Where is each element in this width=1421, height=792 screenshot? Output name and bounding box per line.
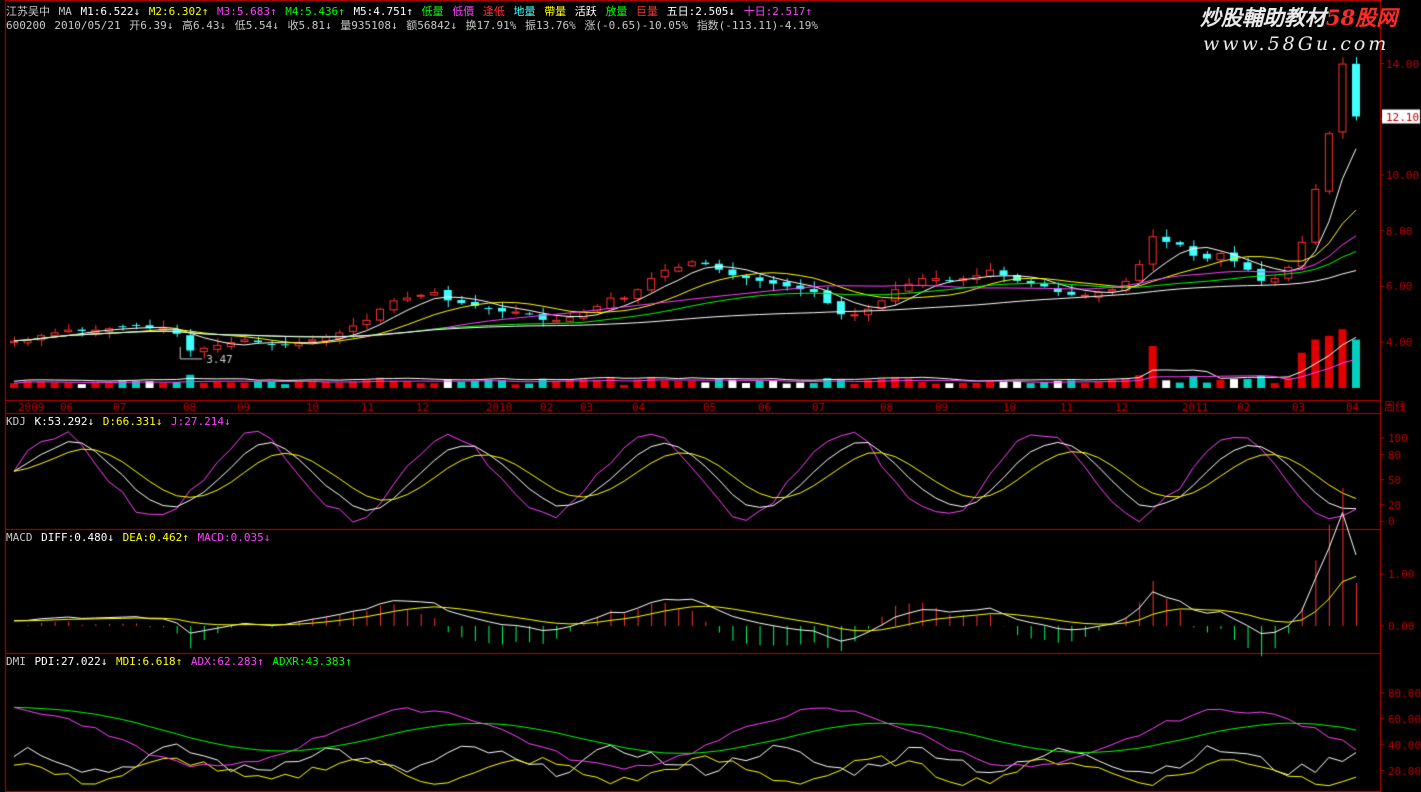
watermark-title-a: 炒股輔助教材 [1200, 5, 1326, 30]
kdj-d-value: D:66.331↓ [102, 415, 163, 428]
dmi-header: DMI PDI:27.022↓ MDI:6.618↑ ADX:62.283↑ A… [6, 655, 354, 668]
dmi-label: DMI [6, 655, 26, 668]
quote-index: 指数(-113.11)-4.19% [696, 19, 819, 32]
watermark-title: 炒股輔助教材58股网 [1200, 2, 1397, 32]
tag-low-volume: 低量 [421, 5, 444, 18]
ma-m2-value: M2:6.302↑ [148, 5, 209, 18]
five-day-value: 五日:2.505↓ [666, 5, 736, 18]
quote-amount: 额56842↓ [406, 19, 457, 32]
quote-amplitude: 振13.76% [524, 19, 576, 32]
quote-open: 开6.39↓ [129, 19, 174, 32]
macd-label: MACD [6, 531, 33, 544]
tag-stop-fall: 逢低 [482, 5, 505, 18]
kdj-header: KDJ K:53.292↓ D:66.331↓ J:27.214↓ [6, 415, 233, 428]
quote-date: 2010/05/21 [54, 19, 121, 32]
macd-diff-value: DIFF:0.480↓ [41, 531, 114, 544]
tag-huge-volume: 巨量 [636, 5, 659, 18]
quote-volume: 量935108↓ [340, 19, 398, 32]
tag-ground-volume: 地量 [513, 5, 536, 18]
dmi-adxr-value: ADXR:43.383↑ [272, 655, 352, 668]
dmi-adx-value: ADX:62.283↑ [190, 655, 264, 668]
tag-low-price: 低價 [452, 5, 475, 18]
quote-change: 涨(-0.65)-10.05% [584, 19, 689, 32]
quote-header: 600200 2010/05/21 开6.39↓ 高6.43↓ 低5.54↓ 收… [6, 19, 820, 32]
ten-day-value: 十日:2.517↑ [743, 5, 813, 18]
kdj-k-value: K:53.292↓ [34, 415, 95, 428]
quote-high: 高6.43↓ [181, 19, 227, 32]
macd-header: MACD DIFF:0.480↓ DEA:0.462↑ MACD:0.035↓ [6, 531, 272, 544]
watermark-title-b: 58股网 [1326, 5, 1398, 30]
stock-name: 江苏吴中 [6, 5, 50, 18]
stock-code: 600200 [6, 19, 46, 32]
quote-turnover: 换17.91% [465, 19, 517, 32]
ma-label: MA [58, 5, 72, 18]
tag-active: 活跃 [574, 5, 597, 18]
ma-m5-value: M5:4.751↑ [353, 5, 414, 18]
macd-macd-value: MACD:0.035↓ [197, 531, 271, 544]
kdj-label: KDJ [6, 415, 26, 428]
watermark-url: www.58Gu.com [1203, 33, 1390, 55]
tag-tape-volume: 帶量 [544, 5, 567, 18]
ma-m1-value: M1:6.522↓ [80, 5, 141, 18]
tag-heavy-volume: 放量 [605, 5, 628, 18]
dmi-mdi-value: MDI:6.618↑ [115, 655, 183, 668]
ma-m3-value: M3:5.683↑ [216, 5, 277, 18]
ma-m4-value: M4:5.436↑ [285, 5, 345, 18]
indicator-header: 江苏吴中 MA M1:6.522↓ M2:6.302↑ M3:5.683↑ M4… [6, 5, 814, 18]
weekly-kline-chart-canvas[interactable] [0, 0, 1421, 792]
macd-dea-value: DEA:0.462↑ [122, 531, 189, 544]
kdj-j-value: J:27.214↓ [170, 415, 231, 428]
quote-low: 低5.54↓ [234, 19, 279, 32]
dmi-pdi-value: PDI:27.022↓ [34, 655, 108, 668]
quote-close: 收5.81↓ [287, 19, 332, 32]
